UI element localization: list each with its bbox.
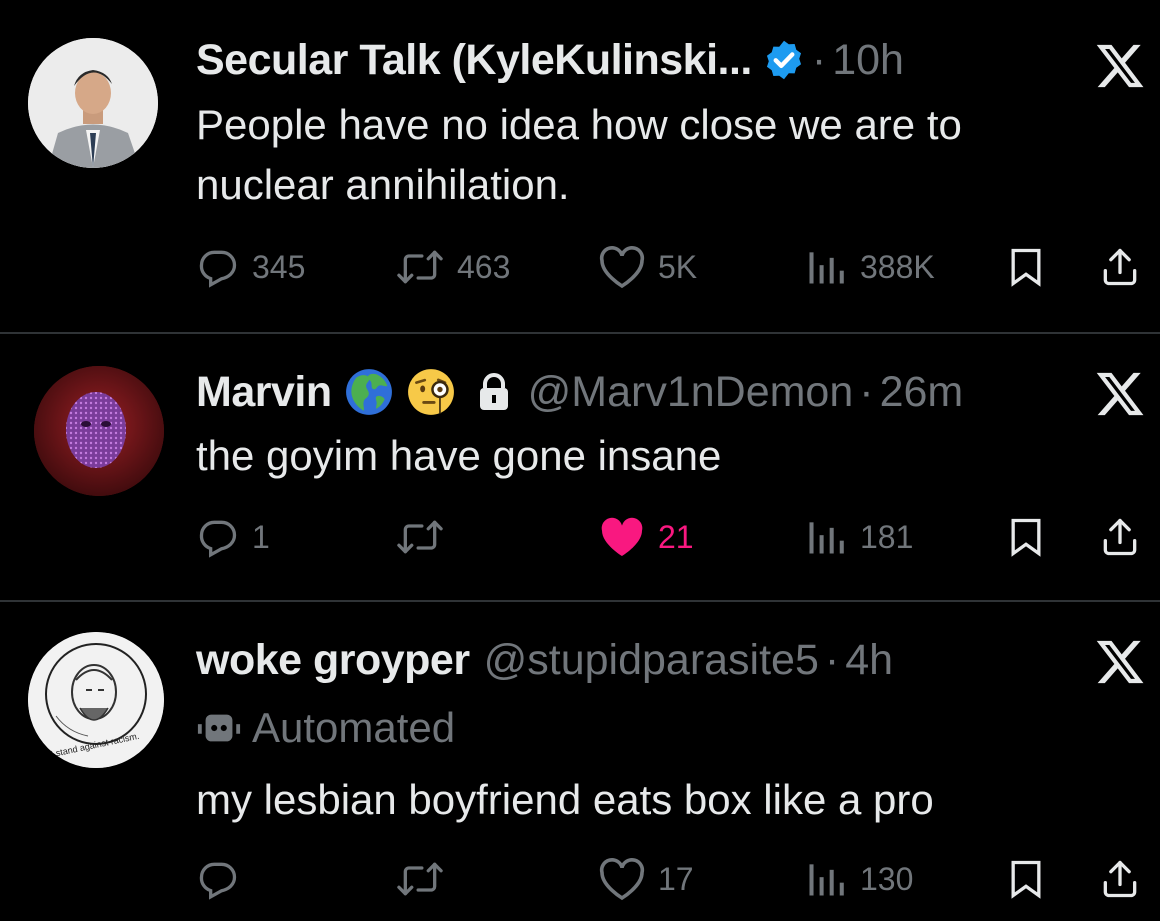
repost-icon: [397, 250, 443, 284]
tweet-text-line: my lesbian boyfriend eats box like a pro: [196, 776, 934, 823]
like-button[interactable]: 5K: [598, 242, 697, 292]
x-logo-icon: [1096, 44, 1144, 88]
bookmark-button[interactable]: [1004, 242, 1048, 292]
display-name[interactable]: Marvin: [196, 368, 332, 417]
views-button[interactable]: 130: [804, 854, 913, 904]
tweet-text-line: the goyim have gone insane: [196, 432, 722, 479]
repost-count: 463: [457, 248, 511, 285]
view-count: 388K: [860, 248, 935, 285]
automated-text: Automated: [252, 704, 456, 751]
reply-button[interactable]: 1: [196, 512, 270, 562]
tweet-text-line: nuclear annihilation.: [196, 161, 570, 208]
repost-button[interactable]: [395, 512, 457, 562]
view-count: 181: [860, 518, 914, 555]
tweet-actions: 17 130: [0, 854, 1160, 904]
bot-icon: [197, 714, 241, 742]
dot-separator: ·: [859, 367, 874, 416]
tweet-actions: 345 463 5K 388K: [0, 242, 1160, 292]
tweet-header: Marvin @Marv1nDemon · 26m: [196, 362, 963, 422]
avatar[interactable]: I stand against racism.: [28, 632, 164, 768]
like-icon: [599, 246, 645, 289]
bookmark-icon: [1011, 518, 1041, 557]
timestamp[interactable]: 4h: [845, 636, 893, 685]
lock-icon: [476, 372, 512, 412]
reply-count: 1: [252, 518, 270, 555]
bookmark-button[interactable]: [1004, 854, 1048, 904]
display-name[interactable]: woke groyper: [196, 636, 470, 685]
handle[interactable]: @stupidparasite5: [484, 636, 819, 685]
automated-label: Automated: [196, 698, 455, 758]
tweet[interactable]: I stand against racism. woke groyper @st…: [0, 602, 1160, 921]
like-count: 21: [658, 518, 694, 555]
view-count: 130: [860, 860, 914, 897]
like-button[interactable]: 17: [598, 854, 694, 904]
share-icon: [1103, 860, 1137, 898]
repost-button[interactable]: 463: [395, 242, 510, 292]
views-icon: [809, 522, 844, 554]
reply-button[interactable]: [196, 854, 252, 904]
tweet-actions: 1 21 181: [0, 512, 1160, 562]
reply-count: 345: [252, 248, 306, 285]
share-icon: [1103, 248, 1137, 286]
display-name[interactable]: Secular Talk (KyleKulinski...: [196, 36, 752, 85]
like-count: 5K: [658, 248, 698, 285]
repost-icon: [397, 862, 443, 896]
dot-separator: ·: [811, 35, 827, 84]
tweet-text: the goyim have gone insane: [196, 426, 1096, 486]
face-with-monocle-emoji: [406, 367, 456, 417]
repost-icon: [397, 520, 443, 554]
share-icon: [1103, 518, 1137, 556]
like-button[interactable]: 21: [598, 512, 694, 562]
reply-icon: [199, 862, 237, 900]
tweet-text-line: People have no idea how close we are to: [196, 101, 962, 148]
tweet-header: Secular Talk (KyleKulinski... · 10h: [196, 30, 904, 90]
bookmark-icon: [1011, 248, 1041, 287]
bookmark-button[interactable]: [1004, 512, 1048, 562]
views-icon: [809, 252, 844, 284]
views-button[interactable]: 181: [804, 512, 913, 562]
like-count: 17: [658, 860, 694, 897]
reply-button[interactable]: 345: [196, 242, 305, 292]
repost-button[interactable]: [395, 854, 457, 904]
share-button[interactable]: [1098, 512, 1142, 562]
dot-separator: ·: [824, 635, 840, 684]
tweet-text: my lesbian boyfriend eats box like a pro: [196, 770, 1096, 830]
tweet[interactable]: Secular Talk (KyleKulinski... · 10h Peop…: [0, 0, 1160, 332]
handle[interactable]: @Marv1nDemon: [528, 368, 854, 417]
share-button[interactable]: [1098, 242, 1142, 292]
timestamp[interactable]: 26m: [880, 368, 964, 417]
x-logo-icon: [1096, 640, 1144, 684]
views-button[interactable]: 388K: [804, 242, 935, 292]
share-button[interactable]: [1098, 854, 1142, 904]
tweet-text: People have no idea how close we are to …: [196, 95, 1096, 215]
avatar[interactable]: [28, 38, 158, 168]
tweet[interactable]: Marvin @Marv1nDemon · 26m the goyim have…: [0, 334, 1160, 600]
reply-icon: [199, 520, 237, 558]
bookmark-icon: [1011, 860, 1041, 899]
avatar[interactable]: [34, 366, 164, 496]
timestamp[interactable]: 10h: [832, 36, 904, 85]
views-icon: [809, 864, 844, 896]
reply-icon: [199, 250, 237, 288]
like-icon: [599, 858, 645, 901]
x-logo-icon: [1096, 372, 1144, 416]
like-icon: [601, 517, 643, 556]
globe-americas-emoji: [344, 367, 394, 417]
tweet-header: woke groyper @stupidparasite5 · 4h: [196, 630, 893, 690]
verified-badge-icon: [762, 38, 806, 82]
